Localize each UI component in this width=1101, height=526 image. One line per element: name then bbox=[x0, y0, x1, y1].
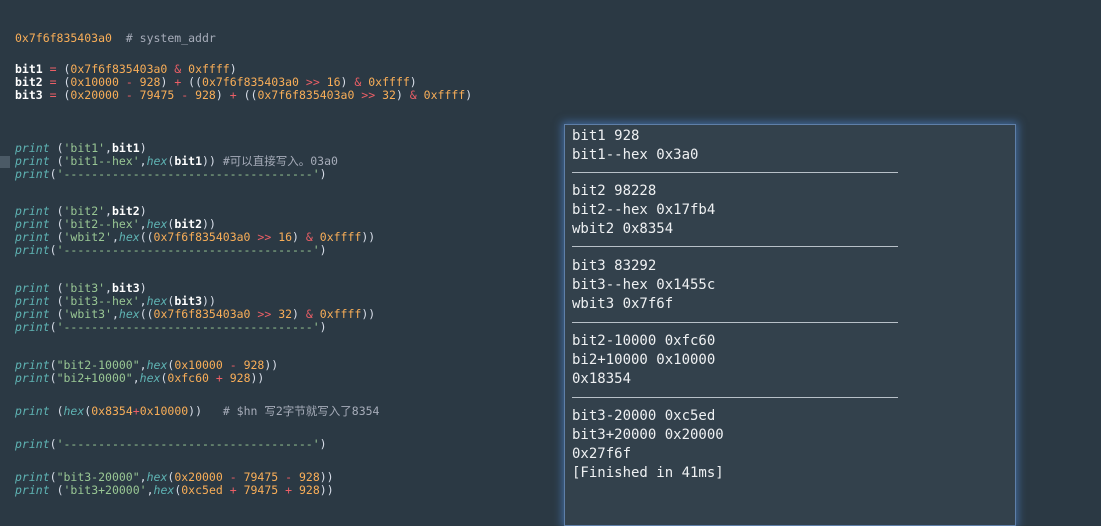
output-line: wbit3 0x7f6f bbox=[572, 296, 674, 312]
output-line: bit3+20000 0x20000 bbox=[572, 427, 724, 443]
output-line: 0x27f6f bbox=[572, 446, 632, 462]
code-line-header: 0x7f6f835403a0 # system_addr bbox=[15, 32, 216, 45]
code-line-bit3-def: bit3 = (0x20000 - 79475 - 928) + ((0x7f6… bbox=[15, 88, 473, 102]
output-status: [Finished in 41ms] bbox=[572, 465, 724, 481]
output-line: bit3 83292 bbox=[572, 258, 657, 274]
output-separator bbox=[572, 172, 898, 173]
code-line-print-sep: print('---------------------------------… bbox=[15, 243, 327, 257]
output-panel[interactable]: bit1 928 bit1--hex 0x3a0 bit2 98228 bit2… bbox=[564, 124, 1016, 526]
output-line: bit2-10000 0xfc60 bbox=[572, 333, 716, 349]
output-line: 0x18354 bbox=[572, 371, 632, 387]
output-line: bit3--hex 0x1455c bbox=[572, 277, 716, 293]
code-line-print-hn: print (hex(0x8354+0x10000)) # $hn 写2字节就写… bbox=[15, 404, 380, 418]
code-comment: # system_addr bbox=[125, 31, 216, 45]
code-line-print-sep: print('---------------------------------… bbox=[15, 437, 327, 451]
code-editor[interactable]: 0x7f6f835403a0 # system_addr bit1 = (0x7… bbox=[0, 0, 560, 500]
output-line: bit2 98228 bbox=[572, 183, 657, 199]
output-line: bit2--hex 0x17fb4 bbox=[572, 202, 716, 218]
output-line: bit3-20000 0xc5ed bbox=[572, 408, 716, 424]
code-line-print-sep: print('---------------------------------… bbox=[15, 320, 327, 334]
code-comment: # $hn 写2字节就写入了8354 bbox=[222, 404, 380, 418]
output-line: bit1--hex 0x3a0 bbox=[572, 147, 699, 163]
code-line-print-bit3-plus: print ('bit3+20000',hex(0xc5ed + 79475 +… bbox=[15, 483, 334, 497]
code-comment: #可以直接写入。03a0 bbox=[222, 154, 338, 168]
output-line: bit1 928 bbox=[572, 128, 640, 144]
output-separator bbox=[572, 322, 898, 323]
output-line: wbit2 0x8354 bbox=[572, 221, 674, 237]
code-line-print-bi2-plus: print("bi2+10000",hex(0xfc60 + 928)) bbox=[15, 371, 265, 385]
gutter-marker bbox=[0, 156, 10, 168]
output-line: bi2+10000 0x10000 bbox=[572, 352, 716, 368]
output-separator bbox=[572, 397, 898, 398]
addr-literal: 0x7f6f835403a0 bbox=[15, 31, 112, 45]
code-line-print-sep: print('---------------------------------… bbox=[15, 167, 327, 181]
output-separator bbox=[572, 246, 898, 247]
